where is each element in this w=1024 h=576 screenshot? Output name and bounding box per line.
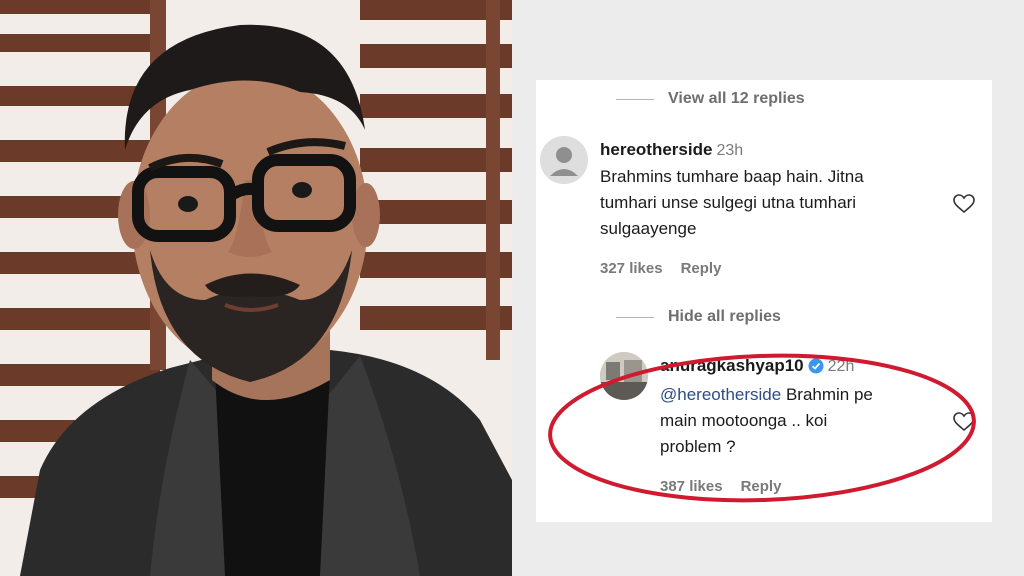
reply-text-line: main mootoonga .. koi xyxy=(660,411,828,430)
reply-time: 22h xyxy=(827,358,855,375)
reply-mention[interactable]: @hereotherside xyxy=(660,385,781,404)
avatar[interactable] xyxy=(540,136,588,184)
instagram-comments-screenshot: View all 12 replies hereotherside 23h Bra… xyxy=(512,0,1024,576)
reply-username-label: anuragkashyap10 xyxy=(660,356,804,375)
comment-text-line: tumhari unse sulgegi utna tumhari xyxy=(600,193,857,212)
heart-icon[interactable] xyxy=(952,410,976,434)
portrait-photo xyxy=(0,0,512,576)
divider xyxy=(616,316,654,318)
reply-text-first: Brahmin pe xyxy=(785,385,873,404)
comment-text-line: sulgaayenge xyxy=(600,219,697,238)
view-replies-label: View all 12 replies xyxy=(668,90,805,107)
comment-reply-button[interactable]: Reply xyxy=(681,260,722,277)
reply-text-line: problem ? xyxy=(660,437,736,456)
comment-username-label: hereotherside xyxy=(600,140,713,159)
comment-likes[interactable]: 327 likes xyxy=(600,260,663,277)
reply-username[interactable]: anuragkashyap10 22h xyxy=(660,356,854,376)
divider xyxy=(616,98,654,100)
default-avatar-icon xyxy=(540,136,588,184)
reply-avatar[interactable] xyxy=(600,352,648,400)
reply-reply-button[interactable]: Reply xyxy=(741,478,782,495)
comments-card: View all 12 replies hereotherside 23h Bra… xyxy=(536,80,992,522)
reply-text: @hereotherside Brahmin pe main mootoonga… xyxy=(660,382,873,460)
reply-avatar-image xyxy=(600,352,648,400)
view-replies-link[interactable]: View all 12 replies xyxy=(616,90,805,108)
reply-meta: 387 likes Reply xyxy=(660,478,781,495)
verified-badge-icon xyxy=(808,358,824,374)
comment-meta: 327 likes Reply xyxy=(600,260,721,277)
hide-replies-label: Hide all replies xyxy=(668,308,781,325)
comment-username[interactable]: hereotherside 23h xyxy=(600,140,743,160)
comment-time: 23h xyxy=(716,142,744,159)
heart-icon[interactable] xyxy=(952,192,976,216)
comment-text-line: Brahmins tumhare baap hain. Jitna xyxy=(600,167,864,186)
comment-text: Brahmins tumhare baap hain. Jitna tumhar… xyxy=(600,164,864,242)
reply-likes[interactable]: 387 likes xyxy=(660,478,723,495)
hide-replies-link[interactable]: Hide all replies xyxy=(616,308,781,326)
